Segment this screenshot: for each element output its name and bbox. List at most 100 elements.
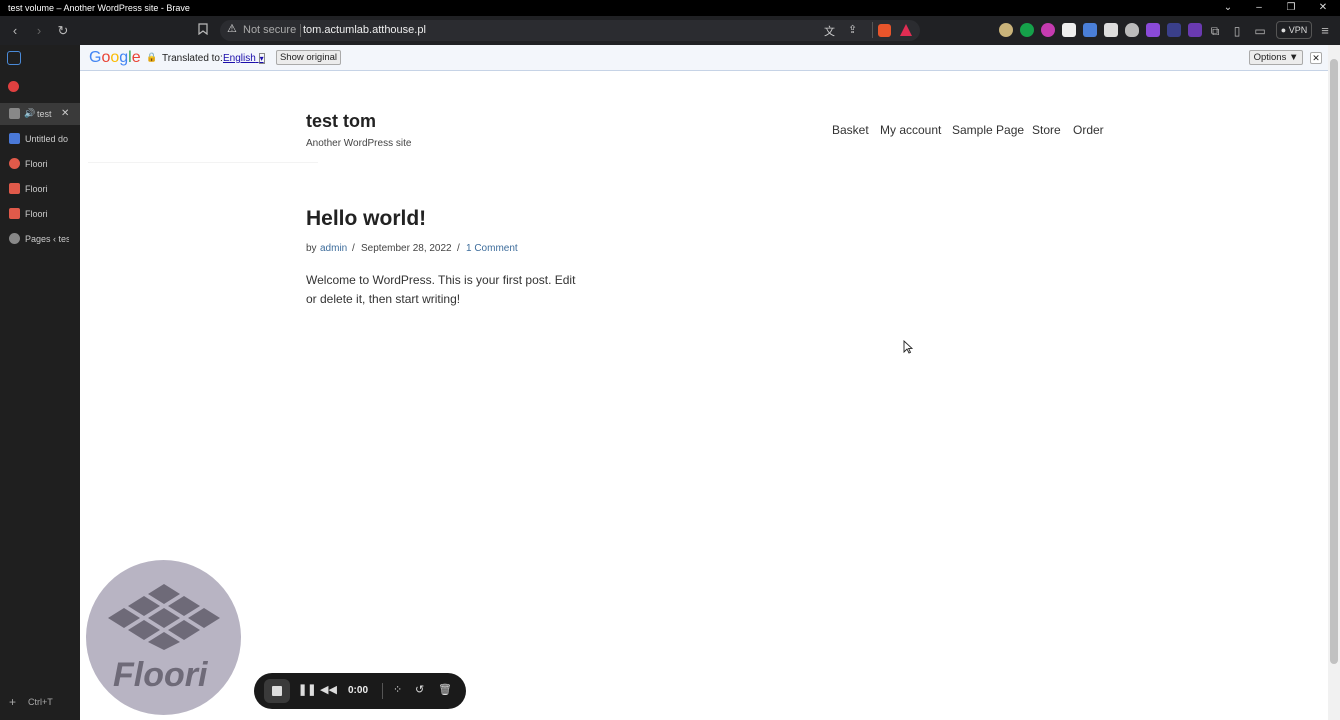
recording-time: 0:00 (348, 685, 369, 696)
tab-label: test (37, 109, 52, 119)
post-author-link[interactable]: admin (320, 243, 347, 254)
post-body: Welcome to WordPress. This is your first… (306, 273, 576, 306)
grammarly-icon[interactable] (1020, 23, 1034, 37)
tab-test[interactable]: 🔊 test ✕ (0, 103, 80, 125)
floori-icon (9, 158, 20, 169)
options-button[interactable]: Options ▼ (1249, 50, 1303, 65)
show-original-button[interactable]: Show original (276, 50, 341, 65)
tab-label: Untitled do (25, 134, 69, 144)
close-translate-icon[interactable]: ✕ (1310, 52, 1322, 64)
minimize-button[interactable]: – (1252, 1, 1266, 15)
tab-label: Pages ‹ test (25, 234, 69, 244)
extension-icon[interactable] (1104, 23, 1118, 37)
dropdown-icon: ▾ (258, 53, 265, 64)
extensions-puzzle-icon[interactable]: ⧉ (1206, 22, 1224, 40)
scrollbar-thumb[interactable] (1330, 59, 1338, 664)
translate-icon[interactable]: 文 (824, 23, 835, 39)
google-translate-bar: Google 🔒 Translated to: English ▾ Show o… (80, 45, 1328, 71)
tab-label: Floori (25, 159, 48, 169)
floori-logo: Floori (86, 560, 241, 715)
translated-to-label: Translated to: (162, 53, 223, 64)
floori-tiles-icon (108, 584, 220, 650)
nav-store[interactable]: Store (1032, 123, 1061, 137)
meta-separator: / (352, 243, 355, 254)
globe-icon (9, 108, 20, 119)
vpn-label: VPN (1288, 25, 1308, 35)
brave-shields-icon[interactable] (878, 24, 891, 37)
extension-icon[interactable] (1167, 23, 1181, 37)
mouse-cursor-icon (903, 340, 913, 354)
tab-floori[interactable]: Floori (0, 203, 80, 225)
extension-icon[interactable] (1062, 23, 1076, 37)
browser-toolbar: ‹ › ↻ ⚠ Not secure tom.actumlab.atthouse… (0, 16, 1340, 45)
brave-rewards-icon[interactable] (900, 24, 912, 36)
globe-icon (9, 233, 20, 244)
post-by-label: by (306, 243, 317, 254)
stop-recording-button[interactable] (264, 679, 290, 703)
window-title-bar: test volume – Another WordPress site - B… (0, 0, 1340, 16)
tab-pages[interactable]: Pages ‹ test (0, 228, 80, 250)
new-tab-shortcut: Ctrl+T (28, 697, 53, 707)
delete-button[interactable]: 🗑 (438, 683, 452, 696)
new-tab-icon[interactable]: + (9, 695, 16, 709)
share-icon[interactable]: ⇪ (848, 23, 857, 36)
meta-separator: / (457, 243, 460, 254)
header-divider (88, 162, 318, 163)
site-description: Another WordPress site (306, 138, 412, 149)
language-value: English (223, 53, 256, 64)
restart-button[interactable]: ↺ (415, 683, 424, 696)
divider (382, 683, 383, 699)
tab-search-icon[interactable]: ⌄ (1221, 1, 1235, 15)
post-comments-link[interactable]: 1 Comment (466, 243, 518, 254)
grid-icon[interactable]: ⁘ (393, 683, 402, 696)
nav-basket[interactable]: Basket (832, 123, 869, 137)
floori-icon (9, 208, 20, 219)
translate-extension-icon[interactable] (1083, 23, 1097, 37)
floori-icon (9, 183, 20, 194)
close-tab-icon[interactable]: ✕ (61, 108, 69, 119)
vpn-button[interactable]: ● VPN (1276, 21, 1312, 39)
address-bar[interactable]: ⚠ Not secure tom.actumlab.atthouse.pl 文 … (220, 20, 920, 41)
stop-icon (272, 686, 282, 696)
tab-label: Floori (25, 184, 48, 194)
url-text[interactable]: tom.actumlab.atthouse.pl (303, 24, 426, 36)
tab-floori[interactable]: Floori (0, 153, 80, 175)
maximize-button[interactable]: ❐ (1284, 1, 1298, 15)
nav-my-account[interactable]: My account (880, 123, 941, 137)
extension-icon[interactable] (1146, 23, 1160, 37)
reload-button[interactable]: ↻ (54, 22, 72, 40)
window-title: test volume – Another WordPress site - B… (8, 3, 190, 13)
extension-icon[interactable] (1041, 23, 1055, 37)
docs-icon (9, 133, 20, 144)
extension-icon[interactable] (1188, 23, 1202, 37)
forward-button[interactable]: › (30, 22, 48, 40)
back-button[interactable]: ‹ (6, 22, 24, 40)
divider (872, 22, 873, 38)
extension-icon[interactable] (999, 23, 1013, 37)
site-title[interactable]: test tom (306, 111, 376, 132)
post-title[interactable]: Hello world! (306, 207, 426, 231)
bookmark-icon[interactable] (194, 22, 212, 40)
shield-icon[interactable] (1125, 23, 1139, 37)
post-date[interactable]: September 28, 2022 (361, 243, 452, 254)
warning-icon[interactable]: ⚠ (227, 22, 237, 35)
nav-sample-page[interactable]: Sample Page (952, 123, 1024, 137)
page-content: Google 🔒 Translated to: English ▾ Show o… (80, 45, 1328, 720)
sidebar-panel-icon[interactable] (7, 51, 21, 65)
screen-recorder-bar: ❚❚ ◀◀ 0:00 ⁘ ↺ 🗑 (254, 673, 466, 709)
sidebar-toggle-icon[interactable]: ▯ (1228, 22, 1246, 40)
tab-floori[interactable]: Floori (0, 178, 80, 200)
menu-icon[interactable]: ≡ (1316, 22, 1334, 40)
wallet-icon[interactable]: ▭ (1251, 22, 1269, 40)
language-select[interactable]: English ▾ (223, 53, 265, 64)
security-label[interactable]: Not secure (243, 24, 296, 36)
rewind-button[interactable]: ◀◀ (320, 683, 337, 696)
close-window-button[interactable]: ✕ (1316, 1, 1330, 15)
record-icon[interactable] (8, 81, 19, 92)
pause-button[interactable]: ❚❚ (298, 683, 316, 696)
tab-untitled-doc[interactable]: Untitled do (0, 128, 80, 150)
scrollbar[interactable] (1328, 45, 1340, 720)
nav-order[interactable]: Order (1073, 123, 1104, 137)
speaker-icon[interactable]: 🔊 (24, 108, 35, 119)
vertical-tabs-sidebar: 🔊 test ✕ Untitled do Floori Floori Floor… (0, 45, 80, 720)
